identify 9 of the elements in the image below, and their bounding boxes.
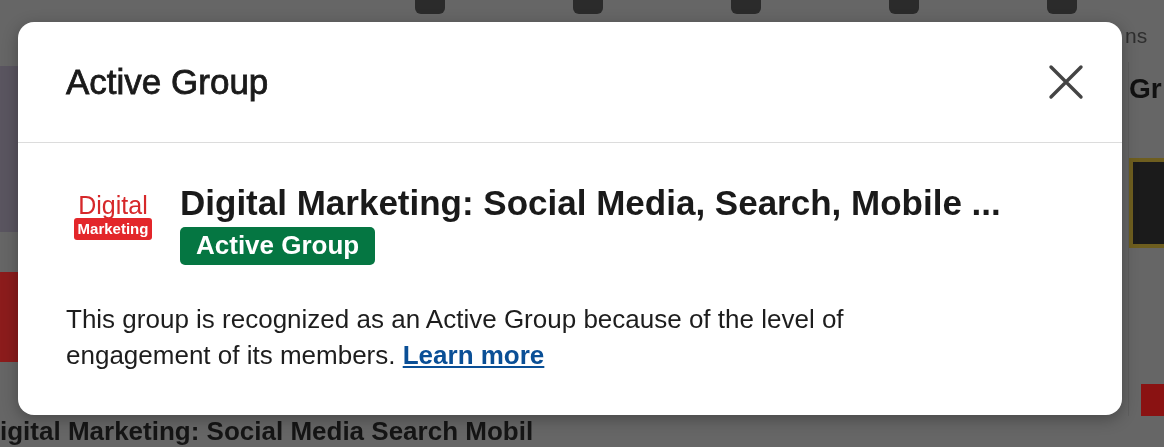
group-logo: Digital Marketing <box>70 193 156 266</box>
description-text: This group is recognized as an Active Group because of the level of engagement of its members. Learn more <box>66 303 845 373</box>
image-placeholder <box>1141 383 1164 416</box>
learn-more-link[interactable]: Learn more <box>402 340 545 371</box>
group-title: igital Marketing: Social Media Search Mobil <box>0 415 535 447</box>
dialog-title: Active Group <box>66 61 269 103</box>
group-name: Digital Marketing: Social Media, Search, Mobile ... <box>180 183 1001 224</box>
side-heading: Gr <box>1129 72 1163 106</box>
active-group-badge: Active Group <box>180 227 376 266</box>
